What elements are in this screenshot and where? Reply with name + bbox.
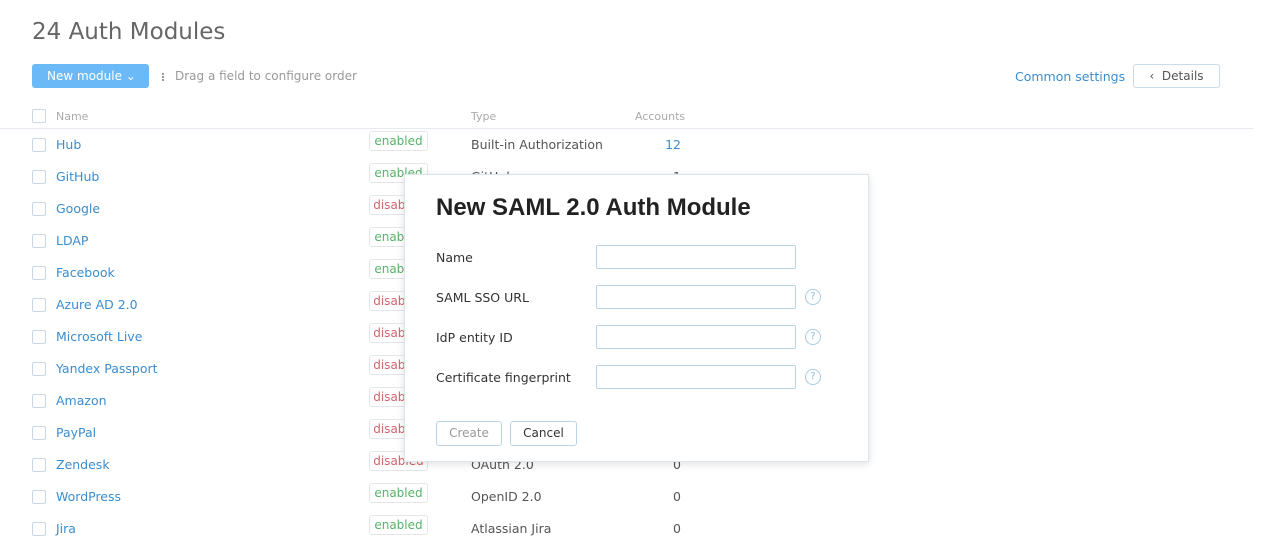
module-name-link[interactable]: Amazon: [56, 393, 107, 408]
dialog-title: New SAML 2.0 Auth Module: [436, 194, 751, 221]
module-type: Atlassian Jira: [471, 521, 552, 536]
module-name-link[interactable]: Hub: [56, 137, 81, 152]
module-name-link[interactable]: Facebook: [56, 265, 115, 280]
row-checkbox[interactable]: [32, 458, 46, 472]
module-name-link[interactable]: Jira: [56, 521, 76, 536]
module-type: Built-in Authorization: [471, 137, 603, 152]
module-name-link[interactable]: Yandex Passport: [56, 361, 158, 376]
header-divider: [0, 128, 1253, 129]
drag-hint: Drag a field to configure order: [162, 69, 357, 83]
field-label: IdP entity ID: [436, 330, 513, 345]
column-header-accounts[interactable]: Accounts: [635, 110, 685, 123]
module-type: OpenID 2.0: [471, 489, 542, 504]
common-settings-link[interactable]: Common settings: [1015, 69, 1125, 84]
module-name-link[interactable]: LDAP: [56, 233, 88, 248]
row-checkbox[interactable]: [32, 170, 46, 184]
field-input[interactable]: [596, 245, 796, 269]
column-header-name[interactable]: Name: [56, 110, 88, 123]
status-badge: enabled: [369, 483, 428, 503]
help-icon[interactable]: ?: [805, 289, 821, 305]
module-name-link[interactable]: WordPress: [56, 489, 121, 504]
column-header-type[interactable]: Type: [471, 110, 496, 123]
field-label: Name: [436, 250, 473, 265]
row-checkbox[interactable]: [32, 138, 46, 152]
details-button[interactable]: ‹ Details: [1133, 64, 1220, 88]
accounts-count: 0: [673, 521, 681, 536]
row-checkbox[interactable]: [32, 330, 46, 344]
field-label: Certificate fingerprint: [436, 370, 571, 385]
create-button[interactable]: Create: [436, 421, 502, 446]
row-checkbox[interactable]: [32, 490, 46, 504]
field-input[interactable]: [596, 365, 796, 389]
module-name-link[interactable]: Google: [56, 201, 100, 216]
module-name-link[interactable]: Zendesk: [56, 457, 110, 472]
chevron-down-icon: ⌄: [125, 69, 136, 83]
table-row[interactable]: Jira enabled Atlassian Jira 0: [0, 515, 700, 553]
new-module-button[interactable]: New module ⌄: [32, 64, 149, 88]
field-input[interactable]: [596, 325, 796, 349]
drag-handle-icon[interactable]: [162, 72, 165, 82]
cancel-button[interactable]: Cancel: [510, 421, 577, 446]
row-checkbox[interactable]: [32, 426, 46, 440]
row-checkbox[interactable]: [32, 234, 46, 248]
status-badge: enabled: [369, 515, 428, 535]
select-all-checkbox[interactable]: [32, 109, 46, 123]
accounts-count[interactable]: 12: [665, 137, 681, 152]
help-icon[interactable]: ?: [805, 329, 821, 345]
row-checkbox[interactable]: [32, 362, 46, 376]
module-name-link[interactable]: PayPal: [56, 425, 96, 440]
row-checkbox[interactable]: [32, 298, 46, 312]
accounts-count: 0: [673, 489, 681, 504]
row-checkbox[interactable]: [32, 266, 46, 280]
module-name-link[interactable]: Azure AD 2.0: [56, 297, 138, 312]
field-input[interactable]: [596, 285, 796, 309]
row-checkbox[interactable]: [32, 394, 46, 408]
help-icon[interactable]: ?: [805, 369, 821, 385]
chevron-left-icon: ‹: [1149, 69, 1155, 83]
new-saml-module-dialog: New SAML 2.0 Auth Module Name SAML SSO U…: [404, 174, 869, 462]
table-row[interactable]: WordPress enabled OpenID 2.0 0: [0, 483, 700, 521]
row-checkbox[interactable]: [32, 202, 46, 216]
table-row[interactable]: Hub enabled Built-in Authorization 12: [0, 131, 700, 169]
row-checkbox[interactable]: [32, 522, 46, 536]
module-name-link[interactable]: Microsoft Live: [56, 329, 142, 344]
module-name-link[interactable]: GitHub: [56, 169, 99, 184]
status-badge: enabled: [369, 131, 428, 151]
field-label: SAML SSO URL: [436, 290, 529, 305]
page-title: 24 Auth Modules: [32, 19, 226, 45]
